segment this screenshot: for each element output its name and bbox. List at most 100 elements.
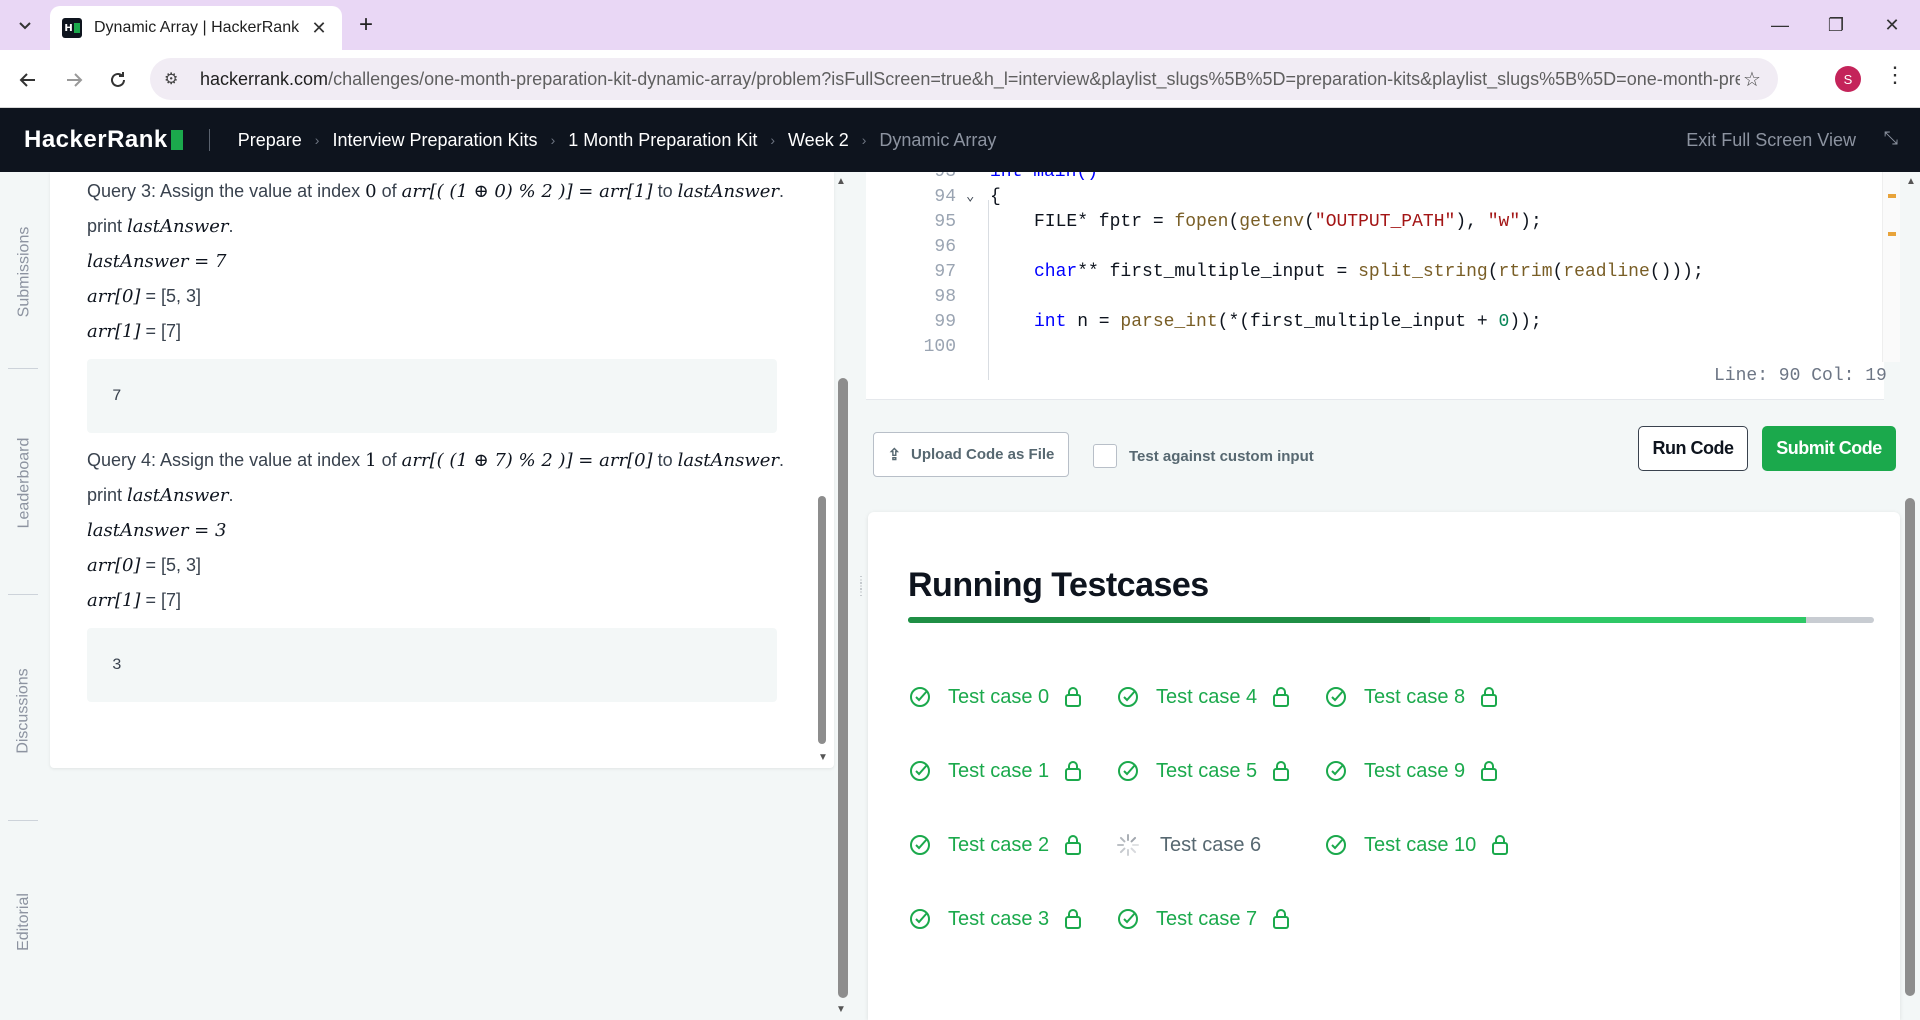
- testcase-item[interactable]: Test case 10: [1324, 830, 1510, 860]
- browser-tab-active[interactable]: H Dynamic Array | HackerRank ✕: [50, 6, 342, 50]
- forward-button[interactable]: [58, 64, 90, 96]
- divider: [8, 820, 38, 821]
- chevron-right-icon: ›: [550, 132, 556, 148]
- testcase-label: Test case 1: [948, 759, 1050, 782]
- testcase-item[interactable]: Test case 1: [908, 756, 1083, 786]
- window-controls: — ❐ ✕: [1752, 0, 1920, 50]
- output-box: 7: [87, 359, 777, 433]
- check-circle-icon: [1116, 685, 1140, 709]
- exit-fullscreen-link[interactable]: Exit Full Screen View: [1686, 130, 1856, 151]
- tab-discussions[interactable]: Discussions: [0, 598, 48, 824]
- upload-icon: ⇪: [887, 446, 902, 464]
- last-answer-line: lastAnswer = 3: [87, 520, 227, 541]
- upload-code-button[interactable]: ⇪ Upload Code as File: [873, 432, 1069, 477]
- testcase-label: Test case 6: [1160, 833, 1262, 856]
- lock-icon: [1063, 908, 1083, 930]
- scroll-down-icon[interactable]: ▼: [818, 752, 828, 763]
- new-tab-button[interactable]: +: [352, 12, 380, 40]
- testcase-item[interactable]: Test case 8: [1324, 682, 1499, 712]
- pane-resize-handle[interactable]: ⋮ ⋮ ⋮: [856, 576, 866, 618]
- divider: [8, 368, 38, 369]
- hackerrank-favicon-icon: H: [62, 18, 82, 38]
- check-circle-icon: [908, 833, 932, 857]
- arr0-line: arr[0] = [5, 3]: [87, 286, 201, 307]
- check-circle-icon: [1324, 759, 1348, 783]
- chevron-down-icon: [19, 22, 31, 30]
- check-circle-icon: [1116, 759, 1140, 783]
- close-tab-icon[interactable]: ✕: [308, 18, 330, 39]
- testcase-label: Test case 5: [1156, 759, 1258, 782]
- close-window-button[interactable]: ✕: [1864, 0, 1920, 50]
- right-pane-scrollbar-thumb[interactable]: [1905, 498, 1915, 996]
- testcase-item[interactable]: Test case 9: [1324, 756, 1499, 786]
- testcase-label: Test case 3: [948, 907, 1050, 930]
- breadcrumb-interview-kits[interactable]: Interview Preparation Kits: [332, 130, 537, 151]
- url-bar[interactable]: ⚙ hackerrank.com/challenges/one-month-pr…: [150, 58, 1778, 100]
- check-circle-icon: [908, 907, 932, 931]
- lock-icon: [1271, 908, 1291, 930]
- testcase-item[interactable]: Test case 5: [1116, 756, 1291, 786]
- custom-input-checkbox[interactable]: [1093, 444, 1117, 468]
- code-line: 96: [934, 237, 956, 257]
- scroll-up-icon[interactable]: ▲: [1906, 176, 1916, 187]
- testcase-label: Test case 7: [1156, 907, 1258, 930]
- testcase-item[interactable]: Test case 2: [908, 830, 1083, 860]
- run-code-button[interactable]: Run Code: [1638, 426, 1748, 471]
- breadcrumb: Prepare › Interview Preparation Kits › 1…: [238, 130, 997, 151]
- editor-scrollbar[interactable]: [1882, 172, 1900, 362]
- tab-search-button[interactable]: [8, 10, 42, 40]
- scroll-down-icon[interactable]: ▼: [836, 1004, 846, 1015]
- code-line: 93 int main(): [934, 172, 1099, 182]
- code-line: 97 char** first_multiple_input = split_st…: [934, 262, 1704, 282]
- hackerrank-logo[interactable]: HackerRank: [24, 126, 183, 154]
- custom-input-label: Test against custom input: [1129, 447, 1314, 465]
- chevron-right-icon: ›: [770, 132, 776, 148]
- tab-leaderboard[interactable]: Leaderboard: [0, 372, 48, 594]
- testcase-label: Test case 9: [1364, 759, 1466, 782]
- left-pane-scrollbar-thumb[interactable]: [838, 378, 848, 998]
- breadcrumb-month-kit[interactable]: 1 Month Preparation Kit: [568, 130, 757, 151]
- restore-button[interactable]: ❐: [1808, 0, 1864, 50]
- testcase-label: Test case 2: [948, 833, 1050, 856]
- hackerrank-header: HackerRank Prepare › Interview Preparati…: [0, 108, 1920, 172]
- url-text: hackerrank.com/challenges/one-month-prep…: [200, 68, 1740, 89]
- testcase-item[interactable]: Test case 7: [1116, 904, 1291, 934]
- testcase-item[interactable]: Test case 4: [1116, 682, 1291, 712]
- lock-icon: [1271, 760, 1291, 782]
- query-3-text: Query 3: Assign the value at index 0 of …: [87, 181, 785, 202]
- custom-input-toggle[interactable]: Test against custom input: [1093, 444, 1314, 468]
- testcase-item[interactable]: Test case 0: [908, 682, 1083, 712]
- testcase-label: Test case 8: [1364, 685, 1466, 708]
- browser-tab-bar: H Dynamic Array | HackerRank ✕ + — ❐ ✕: [0, 0, 1920, 50]
- submit-code-button[interactable]: Submit Code: [1762, 426, 1896, 471]
- tab-editorial[interactable]: Editorial: [0, 824, 48, 1020]
- problem-scrollbar-thumb[interactable]: [818, 496, 826, 744]
- profile-avatar[interactable]: S: [1835, 66, 1861, 92]
- minimize-button[interactable]: —: [1752, 0, 1808, 50]
- check-circle-icon: [1116, 907, 1140, 931]
- site-settings-icon[interactable]: ⚙: [164, 69, 186, 89]
- print-line: print lastAnswer.: [87, 485, 234, 506]
- arrow-left-icon: [19, 73, 35, 87]
- reload-button[interactable]: [102, 64, 134, 96]
- test-results-panel: Running Testcases Test case 0 Test case 1…: [868, 512, 1900, 1020]
- minimize-arrows-icon[interactable]: ⤡: [1884, 128, 1898, 149]
- lock-icon: [1479, 686, 1499, 708]
- testcase-progress-bar: [908, 617, 1874, 623]
- testcase-item[interactable]: Test case 6: [1116, 830, 1261, 860]
- back-button[interactable]: [12, 64, 44, 96]
- tab-submissions[interactable]: Submissions: [0, 172, 48, 372]
- bookmark-star-icon[interactable]: ☆: [1740, 67, 1764, 92]
- fold-chevron-icon[interactable]: ⌄: [966, 185, 974, 210]
- scroll-up-icon[interactable]: ▲: [836, 176, 846, 187]
- testcase-item[interactable]: Test case 3: [908, 904, 1083, 934]
- check-circle-icon: [908, 759, 932, 783]
- breadcrumb-week[interactable]: Week 2: [788, 130, 849, 151]
- address-bar-row: ⚙ hackerrank.com/challenges/one-month-pr…: [0, 50, 1920, 108]
- lock-icon: [1063, 760, 1083, 782]
- breadcrumb-prepare[interactable]: Prepare: [238, 130, 302, 151]
- spinner-icon: [1116, 833, 1140, 857]
- browser-menu-icon[interactable]: ⋮: [1880, 62, 1910, 94]
- arr1-line: arr[1] = [7]: [87, 590, 181, 611]
- header-divider: [208, 129, 210, 151]
